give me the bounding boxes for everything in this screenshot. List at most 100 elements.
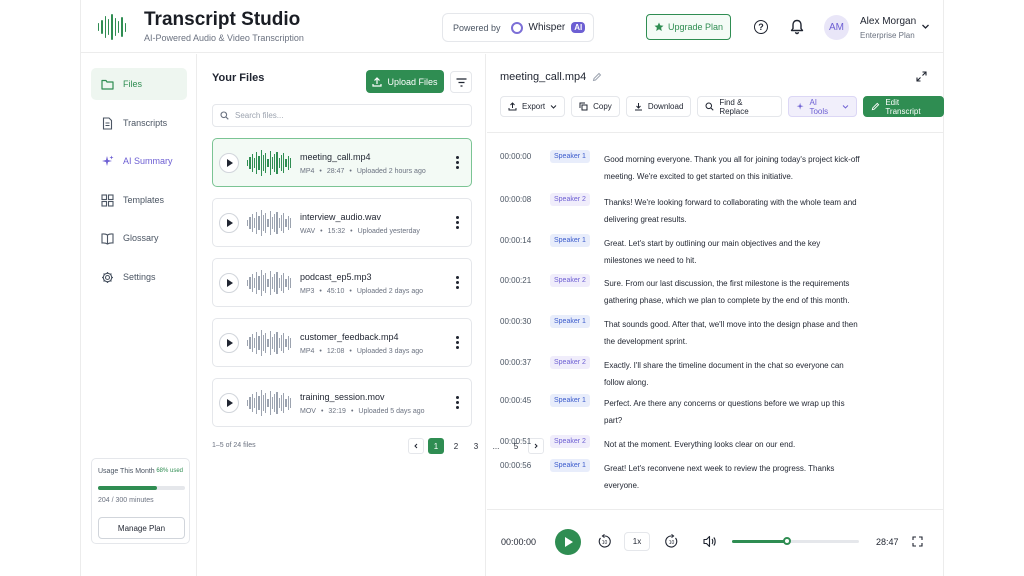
sparkle-icon	[102, 155, 114, 166]
segment-timestamp[interactable]: 00:00:08	[500, 195, 531, 204]
svg-text:10: 10	[669, 540, 675, 546]
avatar[interactable]: AM	[824, 15, 849, 40]
file-play-button[interactable]	[219, 393, 239, 413]
file-play-button[interactable]	[219, 153, 239, 173]
volume-icon[interactable]	[703, 535, 717, 548]
more-options-icon[interactable]	[456, 216, 459, 229]
page-button[interactable]: 2	[448, 438, 464, 454]
segment-text[interactable]: Sure. From our last discussion, the firs…	[604, 275, 860, 309]
rewind-10-icon[interactable]: 10	[597, 534, 612, 549]
file-card[interactable]: interview_audio.wav WAV • 15:32 • Uploaded ye…	[212, 198, 472, 247]
speaker-badge[interactable]: Speaker 1	[550, 150, 590, 163]
segment-timestamp[interactable]: 00:00:37	[500, 358, 531, 367]
rename-pencil-icon[interactable]	[592, 72, 602, 82]
sidebar-item-label: Templates	[123, 195, 165, 205]
file-play-button[interactable]	[219, 273, 239, 293]
segment-timestamp[interactable]: 00:00:56	[500, 461, 531, 470]
playback-progress-bar[interactable]	[732, 537, 859, 545]
chevron-left-icon	[414, 443, 418, 449]
usage-minutes: 204 / 300 minutes	[98, 497, 154, 504]
book-icon	[101, 232, 114, 245]
segment-timestamp[interactable]: 00:00:00	[500, 152, 531, 161]
file-card[interactable]: training_session.mov MOV • 32:19 • Uploaded 5…	[212, 378, 472, 427]
segment-timestamp[interactable]: 00:00:14	[500, 236, 531, 245]
segment-timestamp[interactable]: 00:00:51	[500, 437, 531, 446]
playback-scrubber-handle[interactable]	[782, 537, 791, 545]
file-uploaded: Uploaded 3 days ago	[356, 348, 424, 355]
speaker-badge[interactable]: Speaker 1	[550, 315, 590, 328]
file-uploaded: Uploaded 2 hours ago	[356, 168, 426, 175]
user-name[interactable]: Alex Morgan	[860, 16, 916, 27]
play-button[interactable]	[555, 529, 581, 555]
more-options-icon[interactable]	[456, 336, 459, 349]
fullscreen-icon[interactable]	[912, 536, 923, 547]
speaker-badge[interactable]: Speaker 2	[550, 193, 590, 206]
file-card[interactable]: podcast_ep5.mp3 MP3 • 45:10 • Uploaded 2 days…	[212, 258, 472, 307]
speaker-badge[interactable]: Speaker 1	[550, 459, 590, 472]
find-replace-button[interactable]: Find & Replace	[697, 96, 782, 117]
file-type: WAV	[300, 228, 316, 235]
page-button[interactable]: 1	[428, 438, 444, 454]
help-icon[interactable]: ?	[754, 20, 768, 34]
sidebar-item-templates[interactable]: Templates	[91, 184, 187, 216]
segment-text[interactable]: Good morning everyone. Thank you all for…	[604, 151, 860, 185]
segment-text[interactable]: Great! Let's reconvene next week to revi…	[604, 460, 860, 494]
segment-text[interactable]: Exactly. I'll share the timeline documen…	[604, 357, 860, 391]
more-options-icon[interactable]	[456, 396, 459, 409]
file-card[interactable]: customer_feedback.mp4 MP4 • 12:08 • Uploaded …	[212, 318, 472, 367]
speaker-badge[interactable]: Speaker 1	[550, 394, 590, 407]
upgrade-plan-button[interactable]: Upgrade Plan	[646, 14, 731, 40]
speaker-badge[interactable]: Speaker 2	[550, 356, 590, 369]
segment-timestamp[interactable]: 00:00:30	[500, 317, 531, 326]
user-plan: Enterprise Plan	[860, 31, 915, 40]
segment-timestamp[interactable]: 00:00:45	[500, 396, 531, 405]
segment-text[interactable]: Great. Let's start by outlining our main…	[604, 235, 860, 269]
sidebar-item-settings[interactable]: Settings	[91, 261, 187, 293]
sidebar-item-files[interactable]: Files	[91, 68, 187, 100]
ai-tools-label: AI Tools	[809, 97, 829, 116]
export-button[interactable]: Export	[500, 96, 566, 117]
forward-10-icon[interactable]: 10	[664, 534, 679, 549]
edit-transcript-button[interactable]: Edit Transcript	[863, 96, 944, 117]
download-button[interactable]: Download	[625, 96, 692, 117]
page-button[interactable]: 3	[468, 438, 484, 454]
current-time: 00:00:00	[501, 537, 537, 547]
copy-button[interactable]: Copy	[571, 96, 620, 117]
segment-timestamp[interactable]: 00:00:21	[500, 276, 531, 285]
meta-separator: •	[349, 348, 352, 355]
file-type: MP3	[300, 288, 315, 295]
chevron-down-icon[interactable]	[921, 22, 930, 31]
search-box[interactable]	[212, 104, 472, 127]
more-options-icon[interactable]	[456, 156, 459, 169]
speaker-badge[interactable]: Speaker 2	[550, 435, 590, 448]
file-play-button[interactable]	[219, 213, 239, 233]
prev-page-button[interactable]	[408, 438, 424, 454]
manage-plan-button[interactable]: Manage Plan	[98, 517, 185, 539]
upload-files-button[interactable]: Upload Files	[366, 70, 444, 93]
more-options-icon[interactable]	[456, 276, 459, 289]
logo-waveform-icon	[98, 14, 126, 40]
segment-text[interactable]: Perfect. Are there any concerns or quest…	[604, 395, 860, 429]
file-meta: MP3 • 45:10 • Uploaded 2 days ago	[300, 288, 423, 295]
expand-icon[interactable]	[916, 71, 927, 82]
speaker-badge[interactable]: Speaker 1	[550, 234, 590, 247]
filter-button[interactable]	[450, 71, 472, 93]
sidebar-item-glossary[interactable]: Glossary	[91, 222, 187, 254]
file-duration: 32:19	[328, 408, 346, 415]
sidebar-item-transcripts[interactable]: Transcripts	[91, 107, 187, 139]
segment-text[interactable]: That sounds good. After that, we'll move…	[604, 316, 860, 350]
notification-bell-icon[interactable]	[790, 19, 804, 35]
file-play-button[interactable]	[219, 333, 239, 353]
segment-text[interactable]: Not at the moment. Everything looks clea…	[604, 436, 860, 453]
file-card[interactable]: meeting_call.mp4 MP4 • 28:47 • Uploaded 2 hou…	[212, 138, 472, 187]
meta-separator: •	[320, 408, 324, 415]
search-input[interactable]	[235, 111, 455, 120]
sparkle-icon	[796, 102, 804, 110]
engine-name: Whisper	[528, 22, 566, 33]
ai-tools-button[interactable]: AI Tools	[787, 96, 858, 117]
speaker-badge[interactable]: Speaker 2	[550, 274, 590, 287]
playback-speed-button[interactable]: 1x	[624, 532, 650, 551]
waveform-icon	[247, 269, 291, 297]
segment-text[interactable]: Thanks! We're looking forward to collabo…	[604, 194, 860, 228]
sidebar-item-ai-summary[interactable]: AI Summary	[91, 145, 187, 177]
